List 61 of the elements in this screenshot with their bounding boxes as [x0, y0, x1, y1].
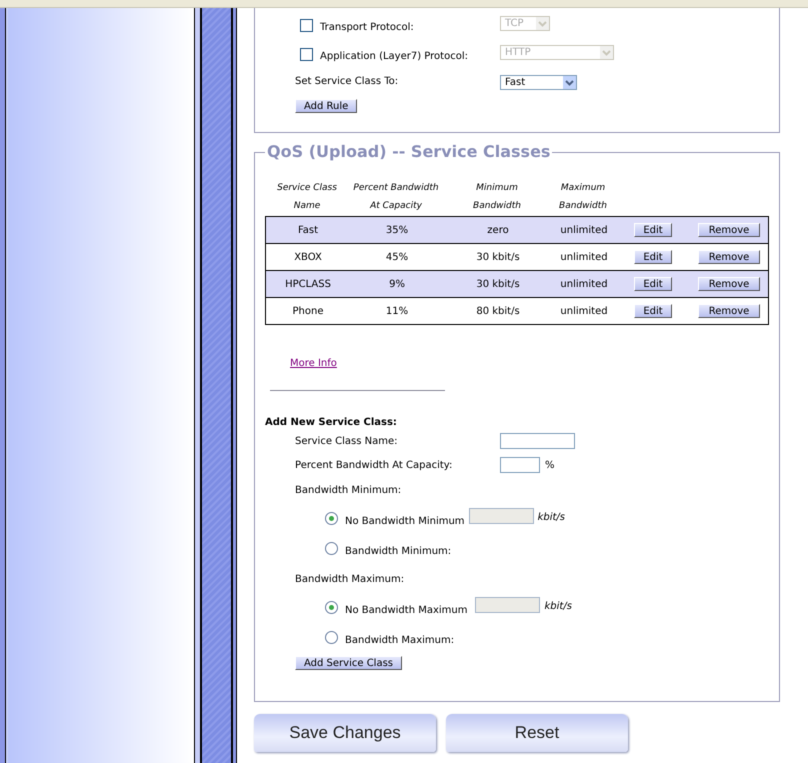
- field-label: Application (Layer7) Protocol:: [320, 51, 468, 62]
- radio-button[interactable]: [325, 600, 338, 614]
- caret-icon: [600, 46, 614, 59]
- column-header: Service Class Name: [276, 182, 338, 213]
- add-rule-button[interactable]: Add Rule: [295, 99, 358, 113]
- table-cell: 80 kbit/s: [476, 306, 520, 316]
- table-cell: 9%: [389, 278, 405, 290]
- field-label: Bandwidth Minimum:: [294, 485, 402, 498]
- reset-button[interactable]: Reset: [446, 714, 628, 752]
- dropdown[interactable]: Fast: [500, 75, 578, 90]
- save-button[interactable]: Save Changes: [254, 714, 436, 752]
- radio-button[interactable]: [325, 630, 338, 644]
- caret-icon: [563, 76, 576, 89]
- column-header: Percent Bandwidth At Capacity: [352, 182, 440, 213]
- table-cell: zero: [487, 224, 509, 236]
- unit-label: %: [545, 460, 555, 470]
- unit-label: kbit/s: [544, 600, 572, 612]
- add-service-class-button[interactable]: Add Service Class: [295, 656, 402, 670]
- column-header: Minimum Bandwidth: [472, 182, 522, 213]
- remove-button[interactable]: Remove: [698, 277, 760, 291]
- input-field[interactable]: [468, 508, 534, 524]
- table-cell: unlimited: [560, 252, 608, 262]
- section-heading: Add New Service Class:: [265, 417, 398, 428]
- table-cell: XBOX: [294, 252, 322, 262]
- table-cell: Fast: [298, 224, 318, 236]
- table-cell: 30 kbit/s: [476, 252, 520, 262]
- input-field[interactable]: [500, 433, 576, 449]
- table-cell: 11%: [386, 306, 408, 316]
- table-cell: unlimited: [560, 278, 608, 290]
- remove-button[interactable]: Remove: [698, 223, 760, 237]
- option-label: Bandwidth Maximum:: [345, 634, 454, 646]
- edit-button[interactable]: Edit: [634, 277, 672, 291]
- remove-button[interactable]: Remove: [698, 250, 760, 264]
- field-label: Percent Bandwidth At Capacity:: [295, 460, 454, 470]
- section-title: QoS (Upload) -- Service Classes: [265, 143, 552, 161]
- more-info-link[interactable]: More Info: [290, 358, 337, 369]
- table-cell: 30 kbit/s: [476, 278, 520, 290]
- option-label: No Bandwidth Maximum: [345, 604, 468, 616]
- edit-button[interactable]: Edit: [634, 223, 672, 237]
- edit-button[interactable]: Edit: [634, 250, 672, 264]
- field-label: Service Class Name:: [295, 436, 399, 446]
- table-cell: 35%: [386, 224, 408, 236]
- option-label: No Bandwidth Minimum: [345, 516, 465, 526]
- field-label: Set Service Class To:: [295, 76, 398, 87]
- input-field[interactable]: [475, 597, 540, 613]
- table-cell: HPCLASS: [285, 278, 331, 290]
- field-label: Bandwidth Maximum:: [294, 574, 406, 587]
- edit-button[interactable]: Edit: [634, 304, 672, 318]
- field-label: Transport Protocol:: [320, 22, 414, 33]
- unit-label: kbit/s: [538, 512, 565, 522]
- table-cell: 45%: [386, 252, 408, 262]
- option-label: Bandwidth Minimum:: [345, 546, 452, 556]
- input-field[interactable]: [500, 457, 540, 473]
- table-cell: Phone: [292, 306, 324, 316]
- table-cell: unlimited: [560, 306, 608, 316]
- column-header: Maximum Bandwidth: [558, 182, 608, 213]
- table-cell: unlimited: [560, 224, 608, 236]
- caret-icon: [536, 17, 550, 30]
- remove-button[interactable]: Remove: [698, 304, 760, 318]
- radio-button[interactable]: [325, 542, 338, 554]
- radio-button[interactable]: [325, 512, 338, 524]
